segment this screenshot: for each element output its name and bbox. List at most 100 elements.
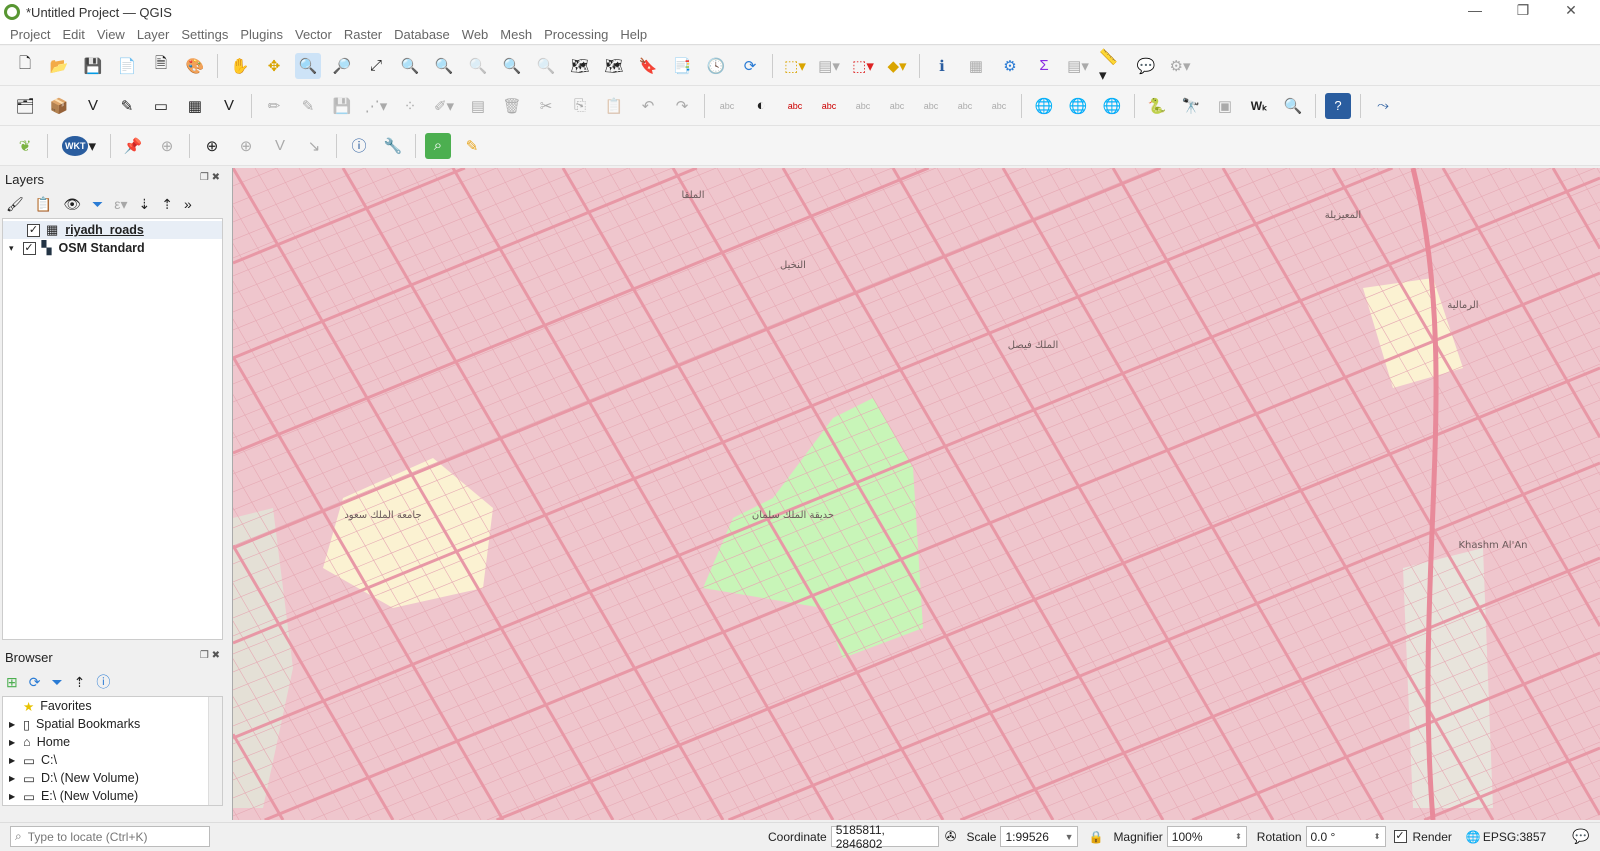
info-icon[interactable]: ⓘ (346, 133, 372, 159)
cut-icon[interactable]: ✂ (533, 93, 559, 119)
edit-pencil-icon[interactable]: ✏ (261, 93, 287, 119)
browser-scrollbar[interactable] (208, 697, 222, 805)
pin-icon[interactable]: 📌 (120, 133, 146, 159)
tools-icon[interactable]: 🔧 (380, 133, 406, 159)
collapse-arrow-icon[interactable]: ▾ (9, 243, 14, 254)
filter-expression-icon[interactable]: ε▾ (114, 196, 127, 213)
digitize-plugin-icon[interactable]: ✎ (459, 133, 485, 159)
expand-all-icon[interactable]: ⇣ (138, 196, 150, 213)
menu-vector[interactable]: Vector (295, 27, 332, 42)
pan-to-selection-icon[interactable]: ✥ (261, 53, 287, 79)
temporal-controller-icon[interactable]: 🕓 (703, 53, 729, 79)
locator-search[interactable]: ⌕ Type to locate (Ctrl+K) (10, 826, 210, 847)
new-geopackage-icon[interactable]: 📦 (46, 93, 72, 119)
browser-item-bookmarks[interactable]: ▶▯Spatial Bookmarks (3, 715, 222, 733)
filter-icon[interactable]: ⏷ (51, 674, 62, 691)
select-location-icon[interactable]: ◆▾ (884, 53, 910, 79)
menu-web[interactable]: Web (462, 27, 489, 42)
georeferencer-icon[interactable]: ⤳ (1370, 93, 1396, 119)
zoom-in-icon[interactable]: 🔍 (295, 53, 321, 79)
modify-attributes-icon[interactable]: ▤ (465, 93, 491, 119)
python-console-icon[interactable]: 🐍 (1144, 93, 1170, 119)
layer-visibility-checkbox[interactable]: ✓ (27, 224, 40, 237)
spinner-icon[interactable]: ⬍ (1235, 832, 1242, 841)
more-icon[interactable]: » (184, 196, 192, 212)
snap-c-icon[interactable]: ↘ (301, 133, 327, 159)
browser-item-favorites[interactable]: ★Favorites (3, 697, 222, 715)
browser-item-d[interactable]: ▶▭D:\ (New Volume) (3, 769, 222, 787)
label-icon[interactable]: abc (714, 93, 740, 119)
binoculars-icon[interactable]: 🔭 (1178, 93, 1204, 119)
globe-search-icon[interactable]: 🌐 (1065, 93, 1091, 119)
new-project-icon[interactable]: 🗋 (12, 53, 38, 79)
layer-labeling-icon[interactable]: ◐ (748, 93, 774, 119)
field-calc-icon[interactable]: ▤▾ (1065, 53, 1091, 79)
select-features-icon[interactable]: ⬚▾ (782, 53, 808, 79)
crs-button[interactable]: EPSG:3857 (1483, 830, 1546, 844)
collapse-all-icon[interactable]: ⇡ (74, 674, 86, 691)
pin-label-icon[interactable]: abc (782, 93, 808, 119)
save-edits-icon[interactable]: 💾 (329, 93, 355, 119)
menu-layer[interactable]: Layer (137, 27, 170, 42)
snap-a-icon[interactable]: ⊕ (233, 133, 259, 159)
zoom-last-icon[interactable]: 🔍 (499, 53, 525, 79)
menu-processing[interactable]: Processing (544, 27, 608, 42)
add-wms-icon[interactable]: ▦ (182, 93, 208, 119)
measure-icon[interactable]: 📏▾ (1099, 53, 1125, 79)
menu-mesh[interactable]: Mesh (500, 27, 532, 42)
identify-icon[interactable]: ℹ (929, 53, 955, 79)
browser-item-e[interactable]: ▶▭E:\ (New Volume) (3, 787, 222, 805)
zoom-native-icon[interactable]: 🔍 (465, 53, 491, 79)
open-project-icon[interactable]: 📂 (46, 53, 72, 79)
add-layer-icon[interactable]: ⊞ (6, 674, 18, 691)
map-tips-icon[interactable]: 💬 (1133, 53, 1159, 79)
wkt-button[interactable]: WKT▾ (57, 133, 101, 159)
layer-item-riyadh-roads[interactable]: ✓ ▦ riyadh_roads (3, 221, 222, 239)
delete-icon[interactable]: 🗑 (499, 93, 525, 119)
redo-icon[interactable]: ↷ (669, 93, 695, 119)
panel-float-close-icons[interactable]: ❐ ✖ (200, 650, 220, 661)
scale-combobox[interactable]: 1:99526▼ (1000, 826, 1078, 847)
toolbox-icon[interactable]: ⚙ (997, 53, 1023, 79)
spinner-icon[interactable]: ⬍ (1374, 832, 1381, 841)
panel-float-close-icons[interactable]: ❐ ✖ (200, 172, 220, 183)
expand-arrow-icon[interactable]: ▶ (9, 756, 15, 765)
zoom-full-icon[interactable]: ⤢ (363, 53, 389, 79)
change-label-icon[interactable]: abc (918, 93, 944, 119)
properties-icon[interactable]: ⓘ (96, 672, 110, 692)
search-plugin-icon[interactable]: 🔍 (1280, 93, 1306, 119)
close-button[interactable]: ✕ (1556, 2, 1586, 19)
statistics-icon[interactable]: Σ (1031, 53, 1057, 79)
pan-icon[interactable]: ✋ (227, 53, 253, 79)
menu-database[interactable]: Database (394, 27, 450, 42)
show-bookmarks-icon[interactable]: 📑 (669, 53, 695, 79)
copy-icon[interactable]: ⎘ (567, 93, 593, 119)
zoom-next-icon[interactable]: 🔍 (533, 53, 559, 79)
add-point-icon[interactable]: ⁘ (397, 93, 423, 119)
collapse-all-icon[interactable]: ⇡ (161, 196, 173, 213)
menu-view[interactable]: View (97, 27, 125, 42)
render-checkbox[interactable]: ✓ (1394, 830, 1407, 843)
expand-arrow-icon[interactable]: ▶ (9, 792, 15, 801)
new-3d-view-icon[interactable]: 🗺 (601, 53, 627, 79)
menu-help[interactable]: Help (620, 27, 647, 42)
deselect-icon[interactable]: ⬚▾ (850, 53, 876, 79)
mouse-toggle-icon[interactable]: ✇ (945, 828, 957, 845)
browser-item-home[interactable]: ▶⌂Home (3, 733, 222, 751)
data-source-manager-icon[interactable]: 🗂 (12, 93, 38, 119)
zoom-to-layer-icon[interactable]: 🔍 (431, 53, 457, 79)
layer-style-icon[interactable]: 🖌 (6, 196, 24, 213)
menu-settings[interactable]: Settings (181, 27, 228, 42)
magnifier-spinbox[interactable]: 100%⬍ (1167, 826, 1247, 847)
rotation-spinbox[interactable]: 0.0 °⬍ (1306, 826, 1386, 847)
manage-visibility-icon[interactable]: 👁 (63, 196, 81, 213)
quickmap-search-icon[interactable]: ⌕ (425, 133, 451, 159)
expand-arrow-icon[interactable]: ▶ (9, 774, 15, 783)
layer-item-osm-standard[interactable]: ▾ ✓ ▚ OSM Standard (3, 239, 222, 257)
select-by-value-icon[interactable]: ▤▾ (816, 53, 842, 79)
menu-plugins[interactable]: Plugins (240, 27, 283, 42)
wkt-plugin-icon[interactable]: Wₖ (1246, 93, 1272, 119)
new-map-view-icon[interactable]: 🗺 (567, 53, 593, 79)
qgis-leaf-icon[interactable]: ❦ (12, 133, 38, 159)
show-hide-label-icon[interactable]: abc (952, 93, 978, 119)
